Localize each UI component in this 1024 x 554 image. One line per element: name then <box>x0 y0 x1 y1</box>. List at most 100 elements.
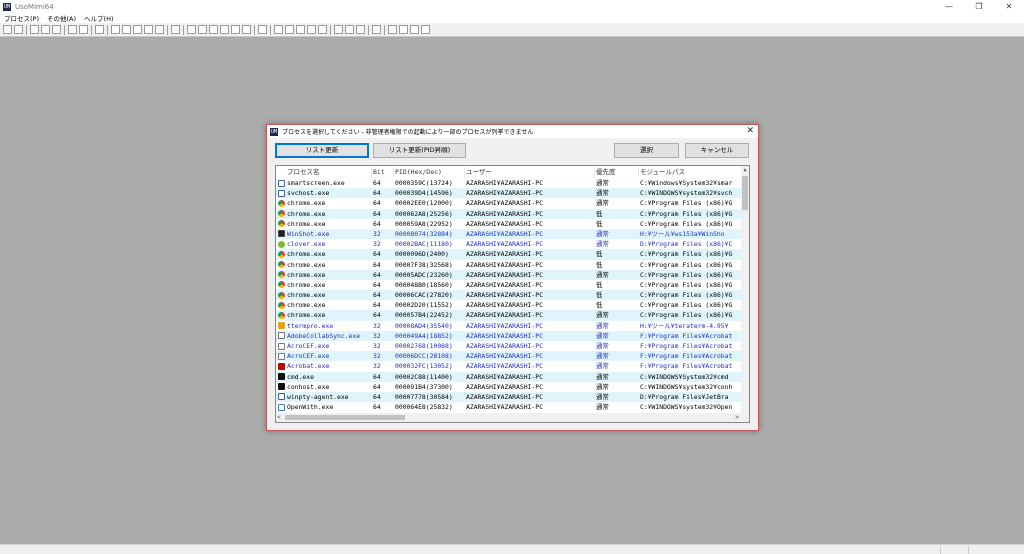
refresh-list-pid-button[interactable]: リスト更新(PID昇順) <box>373 143 466 158</box>
column-divider[interactable] <box>371 167 372 177</box>
maximize-button[interactable]: ❐ <box>964 0 994 13</box>
refresh-list-button[interactable]: リスト更新 <box>275 143 369 158</box>
process-priority: 低 <box>596 260 603 269</box>
dialog-title: プロセスを選択してください - 非管理者権限での起動により一部のプロセスが列挙で… <box>282 129 534 136</box>
screen-icon[interactable] <box>345 25 354 34</box>
process-pid: 000062A8(25256) <box>395 209 453 218</box>
table-row[interactable]: chrome.exe 64 0000096D(2400) AZARASHI¥AZARA… <box>276 249 742 260</box>
dialog-close-button[interactable]: ✕ <box>746 125 754 138</box>
table-row[interactable]: AdobeCollabSync.exe 32 000049A4(18852) AZAR… <box>276 330 742 341</box>
table-row[interactable]: svchost.exe 64 000039D4(14596) AZARASHI¥AZA… <box>276 188 742 199</box>
table-row[interactable]: chrome.exe 64 00006CAC(27820) AZARASHI¥AZAR… <box>276 290 742 301</box>
column-divider[interactable] <box>638 167 639 177</box>
table-row[interactable]: chrome.exe 64 00002EE0(12000) AZARASHI¥AZAR… <box>276 198 742 208</box>
table-row[interactable]: chrome.exe 64 00005ADC(23260) AZARASHI¥AZAR… <box>276 269 742 280</box>
back-icon[interactable] <box>68 25 77 34</box>
process-user: AZARASHI¥AZARASHI-PC <box>466 270 543 279</box>
forward-icon[interactable] <box>79 25 88 34</box>
column-header-name[interactable]: プロセス名 <box>287 166 320 178</box>
table-row[interactable]: chrome.exe 64 000059A8(22952) AZARASHI¥AZAR… <box>276 219 742 229</box>
scroll-up-arrow-icon[interactable]: ▲ <box>741 166 749 174</box>
scroll-right-arrow-icon[interactable]: > <box>735 413 739 422</box>
window-small-icon[interactable] <box>421 25 430 34</box>
table-row[interactable]: chrome.exe 64 000062A8(25256) AZARASHI¥AZAR… <box>276 208 742 219</box>
info-icon[interactable] <box>3 25 12 34</box>
process-module-path: D:¥Program Files (x86)¥C <box>640 240 733 249</box>
table-row[interactable]: Acrobat.exe 32 000032FC(13052) AZARASHI¥AZA… <box>276 361 742 371</box>
window-alt3-icon[interactable] <box>144 25 153 34</box>
column-divider[interactable] <box>594 167 595 177</box>
process-list[interactable]: プロセス名 Bit PID(Hex/Dec) ユーザー 優先度 モジュールパス … <box>275 165 750 423</box>
hammer-icon[interactable] <box>30 25 39 34</box>
square-icon[interactable] <box>334 25 343 34</box>
column-header-user[interactable]: ユーザー <box>466 166 492 178</box>
table-row[interactable]: winpty-agent.exe 64 00007778(30584) AZARASH… <box>276 391 742 403</box>
process-bit: 64 <box>373 392 381 401</box>
column-divider[interactable] <box>464 167 465 177</box>
screen-alt-icon[interactable] <box>356 25 365 34</box>
close-button[interactable]: ✕ <box>994 0 1024 13</box>
table-row[interactable]: chrome.exe 64 000057B4(22452) AZARASHI¥AZAR… <box>276 310 742 321</box>
table-row[interactable]: conhost.exe 64 000091B4(37300) AZARASHI¥AZA… <box>276 382 742 392</box>
minimize-button[interactable]: — <box>934 0 964 13</box>
menu-other[interactable]: その他(A) <box>43 13 80 23</box>
process-pid: 00006CAC(27820) <box>395 291 453 300</box>
select-button[interactable]: 選択 <box>614 143 679 158</box>
image-icon[interactable] <box>220 25 229 34</box>
vertical-scroll-thumb[interactable] <box>742 176 748 210</box>
process-bit: 64 <box>373 260 381 269</box>
refresh-alt-icon[interactable] <box>52 25 61 34</box>
find-next-icon[interactable] <box>285 25 294 34</box>
column-header-pid[interactable]: PID(Hex/Dec) <box>395 166 442 178</box>
column-header-bit[interactable]: Bit <box>373 166 385 178</box>
gear-icon[interactable] <box>258 25 267 34</box>
cancel-button[interactable]: キャンセル <box>685 143 749 158</box>
grid-icon[interactable] <box>171 25 180 34</box>
list-alt-icon[interactable] <box>410 25 419 34</box>
list-icon[interactable] <box>14 25 23 34</box>
table-row[interactable]: chrome.exe 64 00007F38(32568) AZARASHI¥AZAR… <box>276 260 742 270</box>
scroll-left-arrow-icon[interactable]: < <box>277 413 281 422</box>
column-header-priority[interactable]: 優先度 <box>596 166 616 178</box>
table-row[interactable]: smartscreen.exe 64 0000359C(13724) AZARASHI… <box>276 178 742 188</box>
bars-icon[interactable] <box>231 25 240 34</box>
clover-process-icon <box>278 240 285 248</box>
vertical-scrollbar[interactable]: ▲ <box>741 166 749 414</box>
menu-process[interactable]: プロセス(P) <box>0 13 43 23</box>
page-icon[interactable] <box>95 25 104 34</box>
table-row[interactable]: clover.exe 32 00002BAC(11180) AZARASHI¥AZAR… <box>276 239 742 249</box>
pin-icon[interactable] <box>372 25 381 34</box>
table-row[interactable]: chrome.exe 64 000048B0(18560) AZARASHI¥AZAR… <box>276 280 742 290</box>
table-row[interactable]: AcroCEF.exe 32 00002768(10088) AZARASHI¥AZA… <box>276 341 742 351</box>
table-row[interactable]: chrome.exe 64 00002D20(11552) AZARASHI¥AZAR… <box>276 300 742 310</box>
table-row[interactable]: WinShot.exe 32 00008074(32884) AZARASHI¥AZA… <box>276 228 742 240</box>
horizontal-scroll-thumb[interactable] <box>285 415 405 420</box>
tree-icon[interactable] <box>318 25 327 34</box>
process-user: AZARASHI¥AZARASHI-PC <box>466 342 543 350</box>
table-row[interactable]: cmd.exe 64 00002C88(11400) AZARASHI¥AZARASH… <box>276 371 742 382</box>
paste-icon[interactable] <box>399 25 408 34</box>
column-divider[interactable] <box>393 167 394 177</box>
table-row[interactable]: ttermpro.exe 32 00008AD4(35540) AZARASHI¥AZ… <box>276 321 742 331</box>
process-pid: 000059A8(22952) <box>395 219 453 228</box>
refresh-icon[interactable] <box>41 25 50 34</box>
grid-search-icon[interactable] <box>307 25 316 34</box>
column-header-module-path[interactable]: モジュールパス <box>640 166 685 178</box>
horizontal-scrollbar[interactable]: < > <box>276 413 749 422</box>
find-prev-icon[interactable] <box>296 25 305 34</box>
window-alt-icon[interactable] <box>122 25 131 34</box>
frame-icon[interactable] <box>187 25 196 34</box>
globe-icon[interactable] <box>209 25 218 34</box>
window-alt4-icon[interactable] <box>155 25 164 34</box>
window-icon[interactable] <box>111 25 120 34</box>
process-name: chrome.exe <box>287 280 326 289</box>
copy-icon[interactable] <box>388 25 397 34</box>
find-icon[interactable] <box>274 25 283 34</box>
table-row[interactable]: OpenWith.exe 64 000064E8(25832) AZARASHI¥AZ… <box>276 402 742 412</box>
menu-help[interactable]: ヘルプ(H) <box>80 13 117 23</box>
table-row[interactable]: AcroCEF.exe 32 00006DCC(28108) AZARASHI¥AZA… <box>276 351 742 362</box>
panel-icon[interactable] <box>242 25 251 34</box>
window-alt2-icon[interactable] <box>133 25 142 34</box>
process-module-path: F:¥Program Files¥Acrobat <box>640 342 733 350</box>
frame-alt-icon[interactable] <box>198 25 207 34</box>
